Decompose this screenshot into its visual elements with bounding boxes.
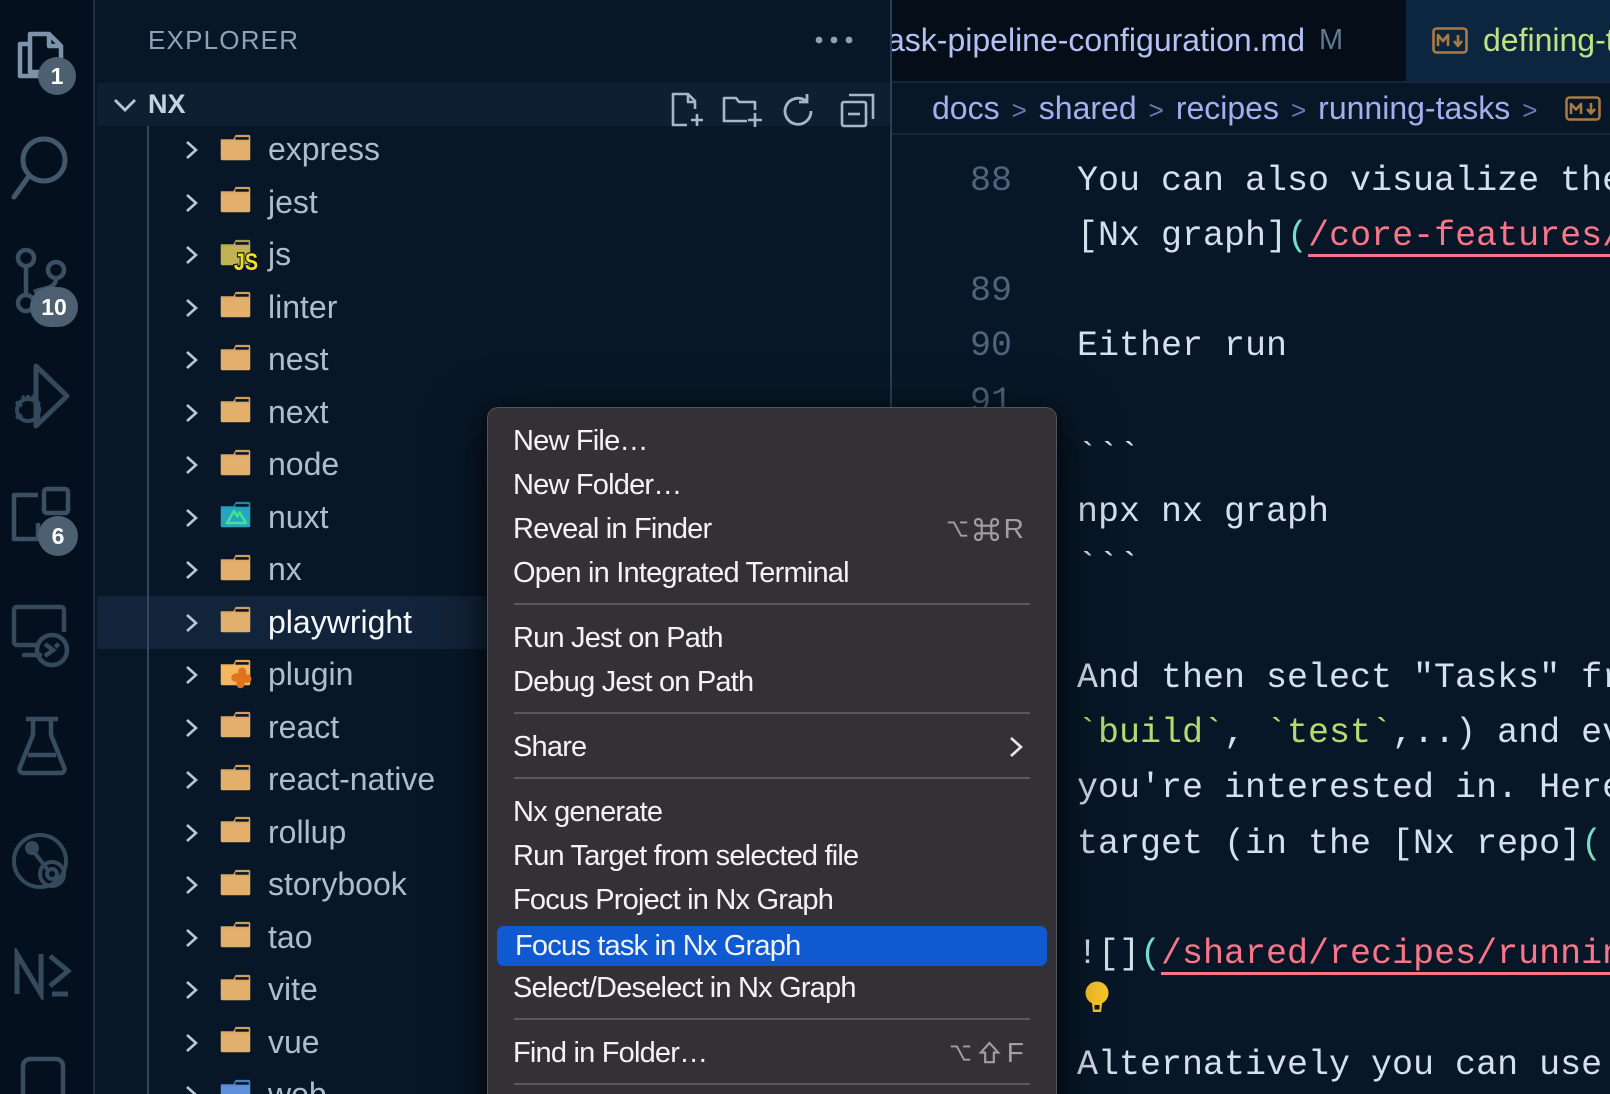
svg-text:JS: JS bbox=[234, 248, 258, 275]
